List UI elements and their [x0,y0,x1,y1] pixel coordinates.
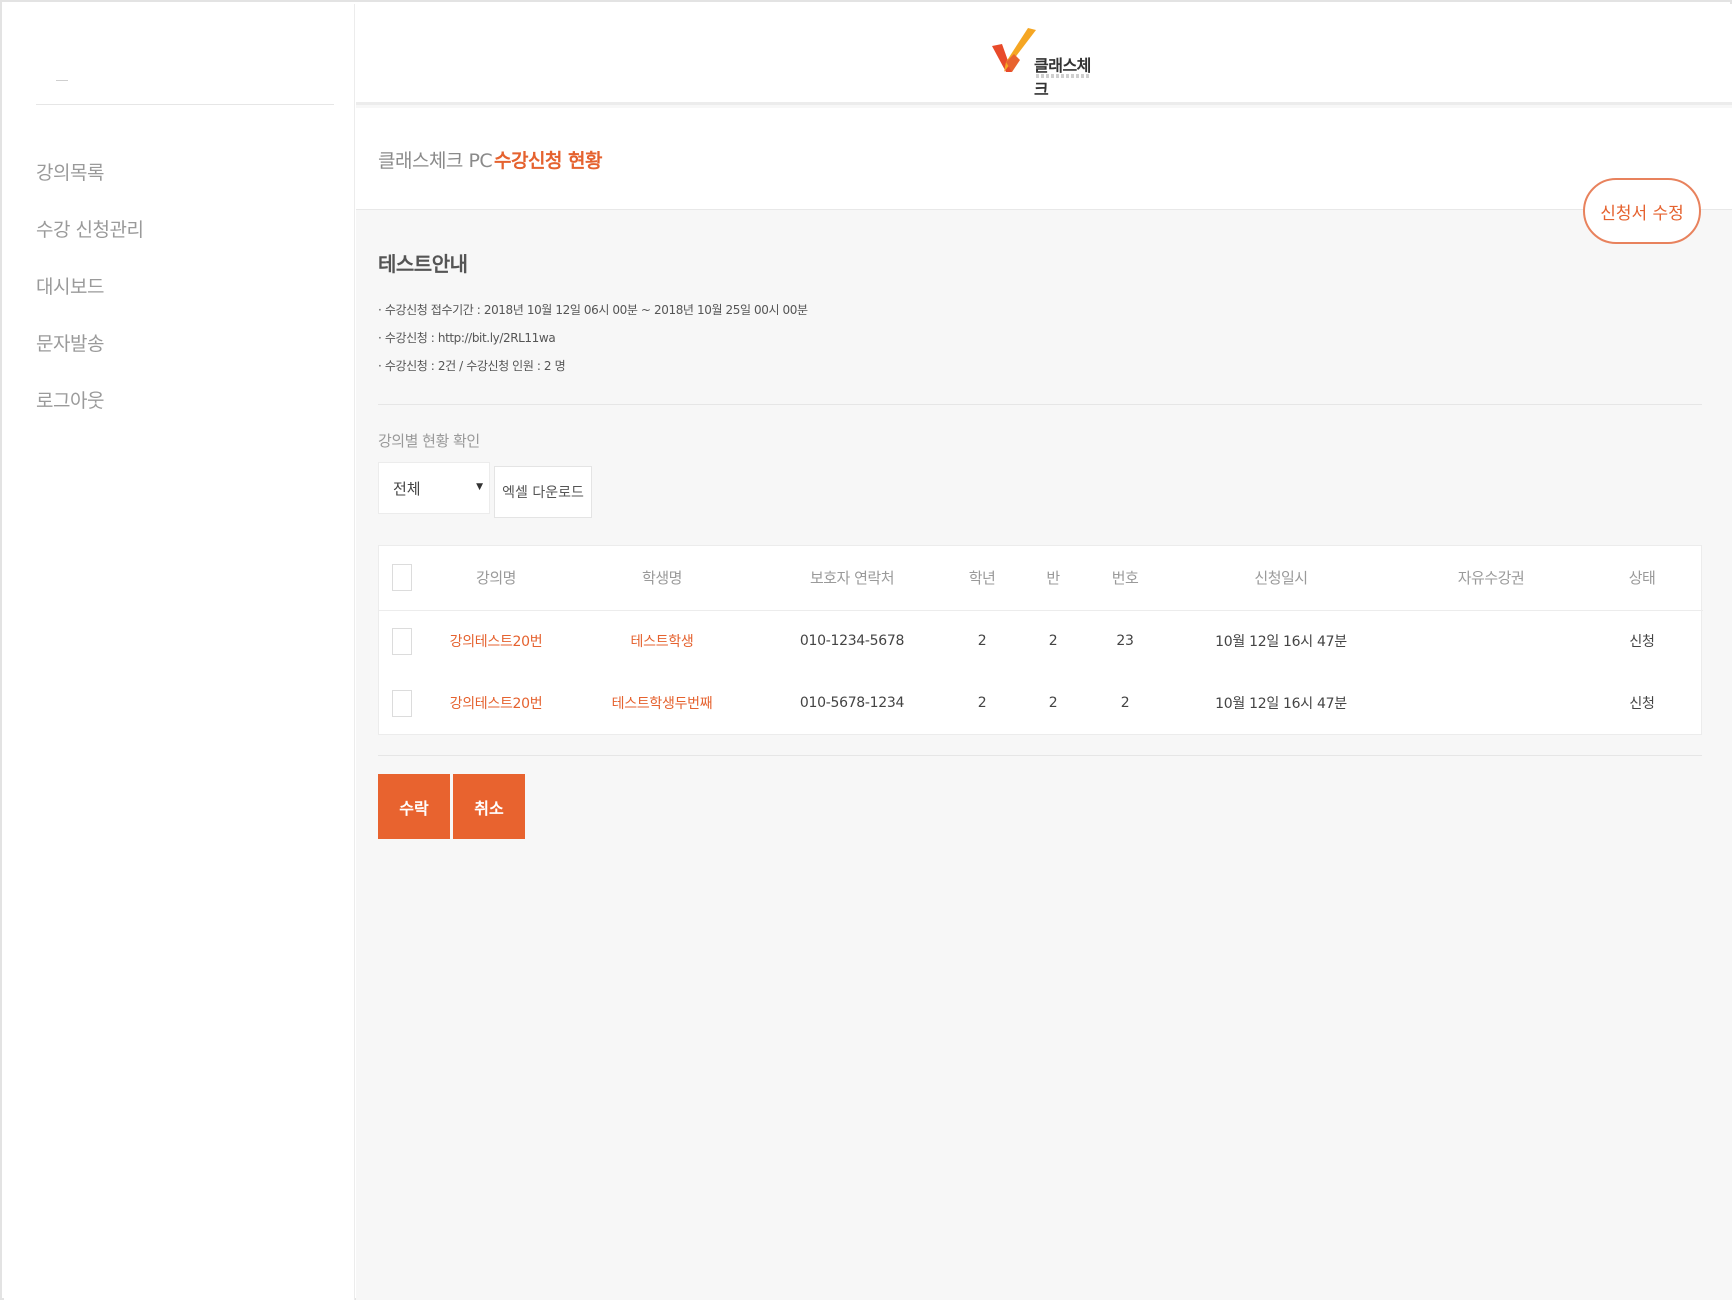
sidebar-logo [56,80,68,81]
number-cell: 2 [1120,695,1130,711]
student-link[interactable]: 테스트학생두번째 [567,672,757,734]
header-grade[interactable]: 학년 [947,546,1017,611]
table-header-row: 강의명 학생명 보호자 연락처 학년 반 번호 신청일시 자유수강권 상태 [379,546,1703,611]
status-cell: 신청 [1629,634,1655,651]
sidebar-item-dashboard[interactable]: 대시보드 [36,272,143,329]
info-link[interactable]: · 수강신청 : http://bit.ly/2RL11wa [378,329,808,357]
grade-cell: 2 [977,633,987,650]
date-cell: 10월 12일 16시 47분 [1215,696,1347,712]
class-cell: 2 [1048,695,1058,711]
filter-label: 강의별 현황 확인 [378,432,480,450]
enrollment-table: 강의명 학생명 보호자 연락처 학년 반 번호 신청일시 자유수강권 상태 강의… [378,545,1703,735]
free-pass-cell [1401,610,1581,672]
sidebar: 강의목록 수강 신청관리 대시보드 문자발송 로그아웃 [4,4,355,1300]
row-checkbox-cell [379,672,425,734]
excel-download-button[interactable]: 엑셀 다운로드 [494,466,592,518]
info-list: · 수강신청 접수기간 : 2018년 10월 12일 06시 00분 ~ 20… [378,301,808,385]
info-count: · 수강신청 : 2건 / 수강신청 인원 : 2 명 [378,359,566,373]
status-cell: 신청 [1629,696,1655,712]
header-free-pass[interactable]: 자유수강권 [1401,546,1581,611]
sidebar-nav: 강의목록 수강 신청관리 대시보드 문자발송 로그아웃 [36,158,144,443]
check-logo-icon [992,28,1036,72]
course-link[interactable]: 강의테스트20번 [425,672,567,734]
course-link[interactable]: 강의테스트20번 [425,610,567,672]
header-phone[interactable]: 보호자 연락처 [757,546,947,611]
info-title: 테스트안내 [378,252,468,276]
table-row[interactable]: 강의테스트20번 테스트학생두번째 010-5678-1234 2 2 2 10… [379,672,1703,734]
row-checkbox-cell [379,610,425,672]
app-window: 강의목록 수강 신청관리 대시보드 문자발송 로그아웃 클래스체크 클래스체크 … [0,0,1732,1300]
divider [378,755,1702,756]
free-pass-cell [1401,672,1581,734]
header-select-all [379,546,425,611]
date-cell: 10월 12일 16시 47분 [1215,634,1347,651]
phone-cell: 010-1234-5678 [799,633,905,650]
breadcrumb-root[interactable]: 클래스체크 PC [378,146,493,173]
select-all-checkbox[interactable] [392,564,412,592]
student-link[interactable]: 테스트학생 [567,610,757,672]
top-header: 클래스체크 [356,4,1732,105]
table-row[interactable]: 강의테스트20번 테스트학생 010-1234-5678 2 2 23 10월 … [379,610,1703,672]
class-cell: 2 [1048,633,1058,650]
grade-cell: 2 [977,695,987,711]
sidebar-item-course-list[interactable]: 강의목록 [36,158,143,215]
row-checkbox[interactable] [392,689,412,717]
header-course[interactable]: 강의명 [425,546,567,611]
page-title: 수강신청 현황 [494,150,603,172]
caret-down-icon: ▼ [476,482,483,492]
header-date[interactable]: 신청일시 [1161,546,1401,611]
edit-application-button[interactable]: 신청서 수정 [1583,178,1701,244]
sidebar-item-enrollment-management[interactable]: 수강 신청관리 [36,215,144,272]
header-student[interactable]: 학생명 [567,546,757,611]
select-value: 전체 [393,479,421,498]
row-checkbox[interactable] [392,627,412,655]
sidebar-item-logout[interactable]: 로그아웃 [36,386,143,443]
accept-button[interactable]: 수락 [378,774,450,839]
header-number[interactable]: 번호 [1089,546,1161,611]
phone-cell: 010-5678-1234 [799,695,905,711]
cancel-button[interactable]: 취소 [453,774,525,839]
number-cell: 23 [1116,633,1134,650]
divider [378,404,1702,405]
info-period: · 수강신청 접수기간 : 2018년 10월 12일 06시 00분 ~ 20… [378,303,808,317]
course-filter-select[interactable]: 전체 ▼ [378,462,490,514]
brand-logo[interactable]: 클래스체크 [990,24,1100,99]
header-status[interactable]: 상태 [1581,546,1703,611]
sidebar-divider [36,104,334,105]
main-content: 클래스체크 클래스체크 PC 수강신청 현황 신청서 수정 테스트안내 · 수강… [356,4,1732,1300]
sidebar-item-sms[interactable]: 문자발송 [36,329,143,386]
header-class[interactable]: 반 [1017,546,1089,611]
brand-tagline [1036,74,1090,78]
page-title-bar: 클래스체크 PC 수강신청 현황 [356,108,1732,210]
